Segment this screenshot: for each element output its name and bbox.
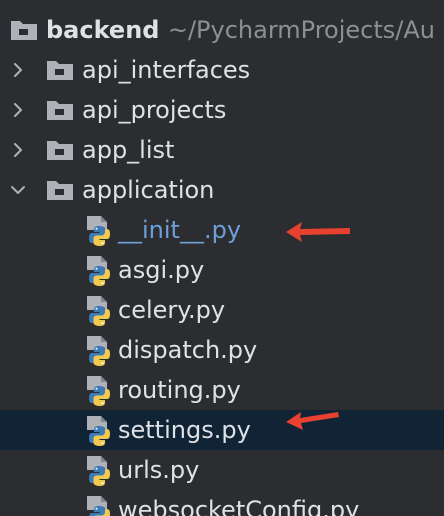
python-file-icon — [87, 216, 110, 246]
file-label: dispatch.py — [118, 336, 258, 364]
folder-label: application — [82, 176, 215, 204]
project-path: ~/PycharmProjects/Au — [167, 16, 435, 44]
tree-folder-api-projects[interactable]: api_projects — [0, 90, 444, 130]
chevron-right-icon[interactable] — [10, 102, 26, 118]
tree-file-asgi[interactable]: asgi.py — [0, 250, 444, 290]
tree-file-routing[interactable]: routing.py — [0, 370, 444, 410]
tree-file-settings[interactable]: settings.py — [0, 410, 444, 450]
python-file-icon — [87, 376, 110, 406]
chevron-right-icon[interactable] — [10, 142, 26, 158]
project-tree: backend ~/PycharmProjects/Au api_interfa… — [0, 0, 444, 516]
file-label: settings.py — [118, 416, 251, 444]
python-file-icon — [87, 456, 110, 486]
project-name: backend ~/PycharmProjects/Au — [46, 16, 435, 44]
chevron-right-icon[interactable] — [10, 62, 26, 78]
tree-folder-app-list[interactable]: app_list — [0, 130, 444, 170]
folder-icon — [47, 101, 73, 120]
folder-label: app_list — [82, 136, 175, 164]
tree-file-init[interactable]: __init__.py — [0, 210, 444, 250]
chevron-down-icon[interactable] — [10, 182, 26, 198]
file-label: celery.py — [118, 296, 226, 324]
tree-file-urls[interactable]: urls.py — [0, 450, 444, 490]
tree-folder-application[interactable]: application — [0, 170, 444, 210]
folder-label: api_interfaces — [82, 56, 251, 84]
tree-file-websocketconfig[interactable]: websocketConfig.py — [0, 490, 444, 516]
python-file-icon — [87, 296, 110, 326]
folder-icon — [47, 141, 73, 160]
python-file-icon — [87, 496, 110, 516]
python-file-icon — [87, 256, 110, 286]
tree-folder-api-interfaces[interactable]: api_interfaces — [0, 50, 444, 90]
file-label: websocketConfig.py — [118, 496, 360, 516]
annotation-arrow-icon — [286, 412, 339, 430]
tree-file-dispatch[interactable]: dispatch.py — [0, 330, 444, 370]
tree-root-backend[interactable]: backend ~/PycharmProjects/Au — [0, 10, 444, 50]
file-label: routing.py — [118, 376, 241, 404]
folder-icon — [47, 181, 73, 200]
file-label: urls.py — [118, 456, 200, 484]
folder-icon — [11, 21, 37, 40]
python-file-icon — [87, 416, 110, 446]
folder-icon — [47, 61, 73, 80]
tree-file-celery[interactable]: celery.py — [0, 290, 444, 330]
folder-label: api_projects — [82, 96, 227, 124]
file-label: asgi.py — [118, 256, 205, 284]
python-file-icon — [87, 336, 110, 366]
annotation-arrow-icon — [286, 222, 350, 242]
file-label: __init__.py — [118, 216, 242, 244]
